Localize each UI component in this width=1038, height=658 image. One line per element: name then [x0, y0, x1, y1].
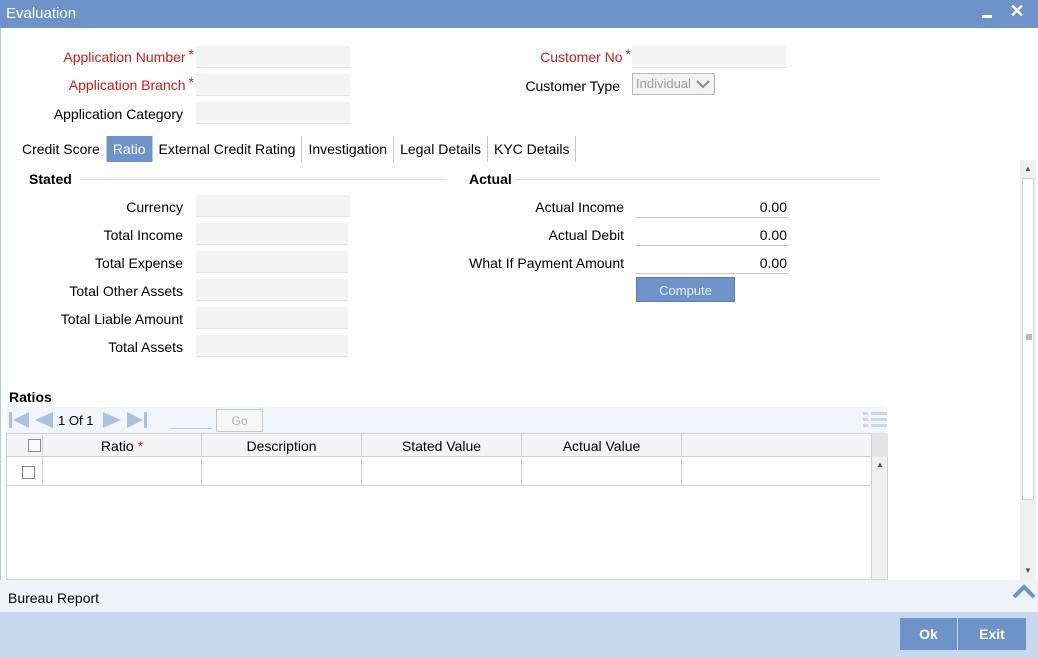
chevron-up-icon[interactable] [1012, 582, 1036, 600]
tab-external-credit-rating[interactable]: External Credit Rating [153, 136, 303, 162]
next-page-icon[interactable] [102, 411, 124, 429]
go-button[interactable]: Go [216, 409, 263, 432]
total-income-label: Total Income [103, 227, 183, 243]
column-stated-value[interactable]: Stated Value [362, 434, 522, 457]
what-if-payment-amount-field[interactable]: 0.00 [636, 252, 789, 274]
tab-credit-score[interactable]: Credit Score [16, 136, 107, 162]
main-scrollbar[interactable]: ▲ ▼ [1020, 160, 1036, 580]
exit-button[interactable]: Exit [958, 618, 1026, 650]
minimize-icon[interactable] [976, 0, 998, 28]
what-if-payment-amount-label: What If Payment Amount [469, 255, 624, 271]
scroll-up-icon[interactable]: ▲ [1024, 164, 1032, 173]
compute-button[interactable]: Compute [636, 277, 735, 302]
close-icon[interactable]: ✕ [1006, 0, 1028, 28]
total-liable-amount-label: Total Liable Amount [60, 311, 183, 327]
last-page-icon[interactable] [126, 411, 148, 429]
bureau-report-bar[interactable]: Bureau Report [0, 580, 1038, 612]
total-expense-label: Total Expense [95, 255, 183, 271]
bureau-report-label: Bureau Report [8, 590, 100, 606]
header-select-cell [7, 434, 43, 457]
actual-income-field[interactable]: 0.00 [636, 196, 789, 218]
application-branch-label: Application Branch * [68, 74, 194, 93]
total-other-assets-field[interactable] [196, 279, 348, 301]
ratios-heading: Ratios [9, 389, 52, 405]
grid-scroll-up-icon[interactable]: ▲ [876, 460, 884, 469]
row-checkbox[interactable] [22, 466, 35, 479]
first-page-icon[interactable] [8, 411, 30, 429]
footer-bar: Ok Exit [0, 612, 1038, 658]
actual-income-label: Actual Income [535, 199, 624, 215]
previous-page-icon[interactable] [32, 411, 54, 429]
table-row[interactable] [7, 458, 871, 486]
tab-bar: Credit Score Ratio External Credit Ratin… [16, 136, 577, 162]
tab-kyc-details[interactable]: KYC Details [488, 136, 577, 162]
total-liable-amount-field[interactable] [196, 307, 348, 329]
actual-debit-label: Actual Debit [548, 227, 624, 243]
application-category-field[interactable] [196, 102, 350, 124]
application-branch-field[interactable] [196, 74, 350, 96]
grid-header: Ratio * Description Stated Value Actual V… [7, 433, 871, 457]
actual-debit-field[interactable]: 0.00 [636, 224, 789, 246]
ratios-grid: Ratio * Description Stated Value Actual V… [6, 433, 888, 580]
total-expense-field[interactable] [196, 251, 348, 273]
grid-scrollbar[interactable]: ▲ [871, 433, 888, 579]
chevron-down-icon [696, 80, 710, 89]
scroll-down-icon[interactable]: ▼ [1024, 566, 1032, 575]
page-indicator: 1 Of 1 [58, 413, 94, 428]
customer-type-label: Customer Type [525, 78, 620, 94]
currency-field[interactable] [196, 195, 350, 217]
select-all-checkbox[interactable] [28, 439, 41, 452]
tab-investigation[interactable]: Investigation [302, 136, 395, 162]
tab-ratio[interactable]: Ratio [106, 136, 153, 162]
actual-value-cell[interactable] [522, 458, 682, 486]
total-assets-label: Total Assets [108, 339, 183, 355]
customer-type-select[interactable]: Individual [632, 73, 715, 95]
actual-divider [516, 179, 880, 180]
scrollbar-thumb[interactable] [1022, 178, 1034, 500]
page-number-input[interactable] [170, 411, 212, 429]
description-cell[interactable] [202, 458, 362, 486]
row-select-cell [7, 458, 43, 486]
application-category-label: Application Category [53, 106, 183, 122]
total-assets-field[interactable] [196, 335, 348, 357]
total-other-assets-label: Total Other Assets [69, 283, 183, 299]
grip-icon [1026, 334, 1032, 340]
currency-label: Currency [126, 199, 183, 215]
actual-heading: Actual [469, 171, 512, 187]
column-description[interactable]: Description [202, 434, 362, 457]
tab-legal-details[interactable]: Legal Details [394, 136, 488, 162]
stated-heading: Stated [29, 171, 72, 187]
ratios-pager: 1 Of 1 Go [6, 407, 888, 433]
window-title: Evaluation [6, 5, 77, 22]
column-ratio[interactable]: Ratio * [43, 434, 202, 457]
stated-value-cell[interactable] [362, 458, 522, 486]
application-number-label: Application Number * [63, 46, 194, 65]
customer-no-field[interactable] [632, 46, 786, 68]
customer-type-value: Individual [636, 76, 691, 91]
customer-no-label: Customer No * [540, 46, 631, 65]
stated-divider [80, 179, 446, 180]
column-actual-value[interactable]: Actual Value [522, 434, 682, 457]
total-income-field[interactable] [196, 223, 348, 245]
window-titlebar: Evaluation ✕ [0, 0, 1038, 28]
list-view-icon[interactable] [862, 410, 888, 430]
ratio-cell[interactable] [43, 458, 202, 486]
application-number-field[interactable] [196, 46, 350, 68]
ok-button[interactable]: Ok [900, 618, 957, 650]
